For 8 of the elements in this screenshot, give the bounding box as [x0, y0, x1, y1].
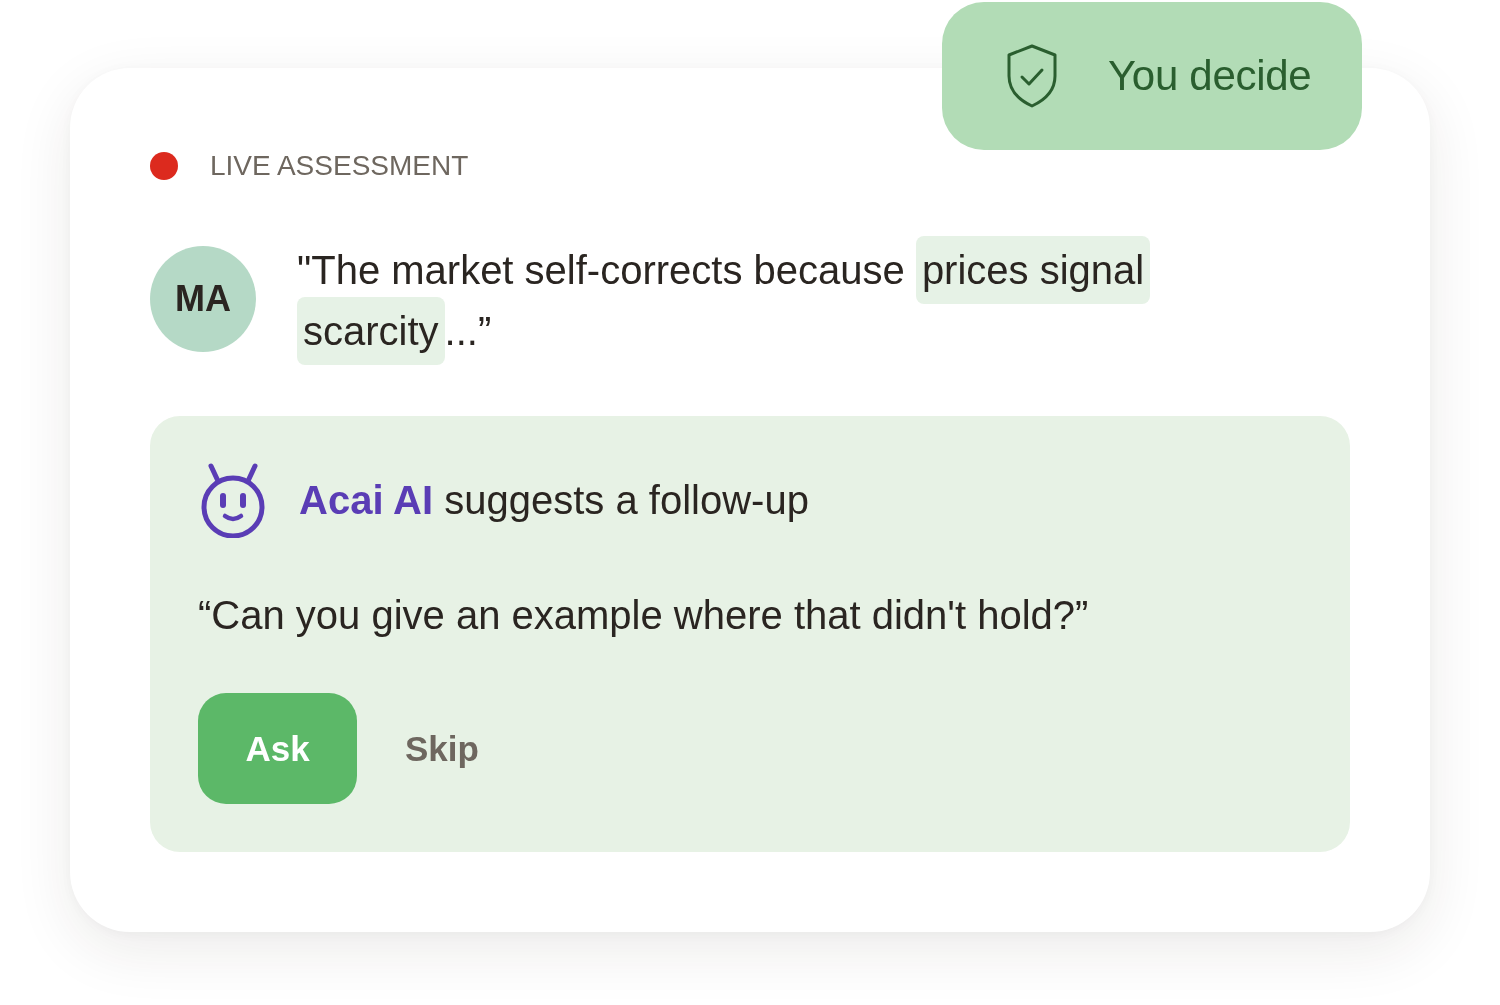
status-label: LIVE ASSESSMENT: [210, 150, 469, 182]
speaker-avatar: MA: [150, 246, 256, 352]
suggestion-title: Acai AI suggests a follow-up: [299, 477, 809, 523]
suggested-question: “Can you give an example where that didn't hold?”: [198, 592, 1090, 639]
skip-link[interactable]: Skip: [405, 728, 479, 769]
ask-button[interactable]: Ask: [198, 693, 357, 804]
badge-label: You decide: [1108, 52, 1312, 100]
shield-check-icon: [1006, 44, 1058, 108]
